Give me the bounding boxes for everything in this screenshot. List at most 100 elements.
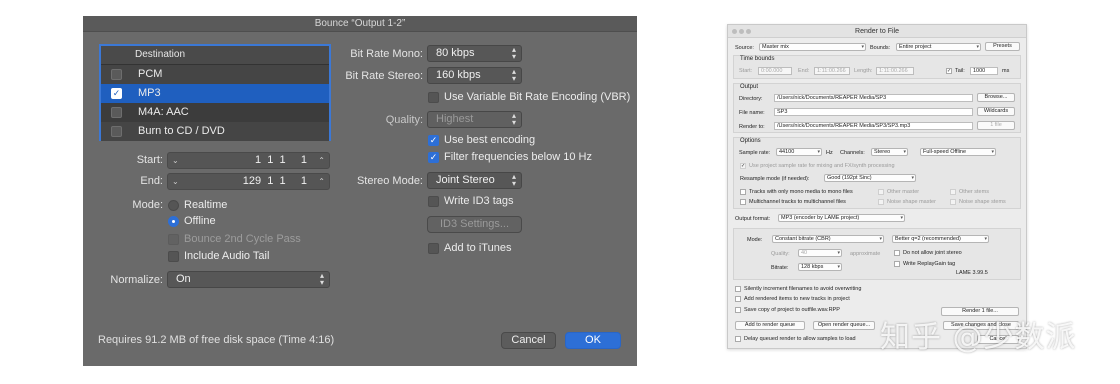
- filter-checkbox[interactable]: ✓: [428, 152, 439, 163]
- filename-field[interactable]: SP3: [774, 108, 973, 116]
- destination-item-mp3[interactable]: ✓ MP3: [101, 84, 329, 103]
- normalize-value: On: [176, 273, 191, 285]
- tail-field[interactable]: 1000: [970, 67, 998, 75]
- vbr-checkbox[interactable]: [428, 92, 439, 103]
- destination-label: MP3: [138, 87, 161, 99]
- other-master-checkbox[interactable]: [878, 189, 884, 195]
- bit-rate-mono-popup[interactable]: 80 kbps ▴ ▾: [427, 45, 522, 62]
- start-field[interactable]: 0:00.000: [758, 67, 792, 75]
- presets-button[interactable]: Presets: [985, 42, 1020, 51]
- browse-button[interactable]: Browse...: [977, 93, 1015, 102]
- cancel-button[interactable]: Cancel: [501, 332, 556, 349]
- destination-item-pcm[interactable]: PCM: [101, 65, 329, 84]
- end-label: End:: [798, 68, 810, 74]
- tail-checkbox[interactable]: ✓: [946, 68, 952, 74]
- quality-num-popup[interactable]: 40 ▾: [798, 249, 842, 257]
- filter-label: Filter frequencies below 10 Hz: [444, 151, 592, 163]
- destination-list[interactable]: Destination PCM ✓ MP3 M4A: AAC Burn to C…: [99, 44, 331, 141]
- start-value: 1 1 1 1: [255, 154, 307, 166]
- end-label: End:: [140, 175, 163, 187]
- destination-item-m4a[interactable]: M4A: AAC: [101, 103, 329, 122]
- offline-radio[interactable]: [168, 216, 179, 227]
- pcm-checkbox[interactable]: [111, 69, 122, 80]
- add-itunes-checkbox[interactable]: [428, 243, 439, 254]
- burn-checkbox[interactable]: [111, 126, 122, 137]
- bounce-2nd-cycle-checkbox[interactable]: [168, 234, 179, 245]
- output-title: Output: [740, 84, 759, 90]
- realtime-radio[interactable]: [168, 200, 179, 211]
- no-joint-stereo-checkbox[interactable]: [894, 250, 900, 256]
- bit-rate-mono-label: Bit Rate Mono:: [350, 48, 423, 60]
- chevron-down-icon: ▾: [817, 149, 820, 155]
- mp3-quality-value: Better q=2 (recommended): [895, 236, 961, 242]
- m4a-checkbox[interactable]: [111, 107, 122, 118]
- bounds-value: Entire project: [899, 44, 932, 50]
- wildcards-button[interactable]: Wildcards: [977, 107, 1015, 116]
- end-value: 129 1 1 1: [242, 175, 307, 187]
- save-copy-checkbox[interactable]: [735, 307, 741, 313]
- mp3-checkbox[interactable]: ✓: [111, 88, 122, 99]
- quality-popup[interactable]: Highest ▴ ▾: [427, 111, 522, 128]
- samplerate-label: Sample rate:: [739, 150, 771, 156]
- best-encoding-checkbox[interactable]: ✓: [428, 135, 439, 146]
- replaygain-checkbox[interactable]: [894, 261, 900, 267]
- window-controls[interactable]: [732, 29, 753, 36]
- chevron-down-icon: ⌄: [172, 177, 179, 186]
- replaygain-label: Write ReplayGain tag: [903, 261, 956, 267]
- normalize-popup[interactable]: On ▴ ▾: [167, 271, 330, 288]
- chevron-down-icon: ▾: [984, 236, 987, 242]
- renderto-label: Render to:: [739, 124, 765, 130]
- speed-popup[interactable]: Full-speed Offline ▾: [920, 148, 996, 156]
- add-rendered-checkbox[interactable]: [735, 296, 741, 302]
- mp3-mode-popup[interactable]: Constant bitrate (CBR) ▾: [772, 235, 884, 243]
- delay-queued-checkbox[interactable]: [735, 336, 741, 342]
- mono-tracks-checkbox[interactable]: [740, 189, 746, 195]
- destination-header: Destination: [101, 46, 329, 65]
- output-format-value: MP3 (encoder by LAME project): [781, 215, 860, 221]
- chevron-down-icon: ▾: [900, 215, 903, 221]
- tail-label: Tail:: [955, 68, 965, 74]
- noise-stems-checkbox[interactable]: [950, 199, 956, 205]
- disk-space-info: Requires 91.2 MB of free disk space (Tim…: [98, 334, 335, 346]
- multichannel-label: Multichannel tracks to multichannel file…: [749, 199, 846, 205]
- other-stems-checkbox[interactable]: [950, 189, 956, 195]
- destination-item-burn[interactable]: Burn to CD / DVD: [101, 122, 329, 141]
- source-popup[interactable]: Master mix ▾: [759, 43, 866, 51]
- updown-arrows-icon: ▴ ▾: [319, 271, 324, 287]
- minimize-icon[interactable]: [739, 29, 744, 34]
- noise-master-checkbox[interactable]: [878, 199, 884, 205]
- directory-label: Directory:: [739, 96, 763, 102]
- render-dialog: Render to File Source: Master mix ▾ Bound…: [727, 24, 1027, 349]
- add-to-queue-button[interactable]: Add to render queue: [735, 321, 805, 330]
- bounds-popup[interactable]: Entire project ▾: [896, 43, 981, 51]
- hz-label: Hz: [826, 150, 833, 156]
- output-format-popup[interactable]: MP3 (encoder by LAME project) ▾: [778, 214, 905, 222]
- file-count-button[interactable]: 1 file: [977, 121, 1015, 130]
- resample-popup[interactable]: Good (192pt Sinc) ▾: [824, 174, 916, 182]
- end-field[interactable]: 1:11:00.266: [814, 67, 850, 75]
- renderto-field: /Users/nick/Documents/REAPER Media/SP3/S…: [774, 122, 973, 130]
- end-field[interactable]: ⌄ 129 1 1 1 ⌃: [167, 173, 330, 190]
- id3-settings-button[interactable]: ID3 Settings...: [427, 216, 522, 233]
- bounce-dialog: Bounce “Output 1-2” Destination PCM ✓ MP…: [83, 16, 637, 366]
- ok-button[interactable]: OK: [565, 332, 621, 349]
- resample-label: Resample mode (if needed):: [740, 176, 810, 182]
- id3-tags-checkbox[interactable]: [428, 196, 439, 207]
- silently-increment-checkbox[interactable]: [735, 286, 741, 292]
- mp3-quality-popup[interactable]: Better q=2 (recommended) ▾: [892, 235, 989, 243]
- include-audio-tail-checkbox[interactable]: [168, 251, 179, 262]
- start-field[interactable]: ⌄ 1 1 1 1 ⌃: [167, 152, 330, 169]
- channels-popup[interactable]: Stereo ▾: [871, 148, 908, 156]
- stereo-mode-popup[interactable]: Joint Stereo ▴ ▾: [427, 172, 522, 189]
- close-icon[interactable]: [732, 29, 737, 34]
- zoom-icon[interactable]: [746, 29, 751, 34]
- length-field[interactable]: 1:11:00.266: [876, 67, 914, 75]
- use-project-rate-checkbox[interactable]: ✓: [740, 163, 746, 169]
- directory-field[interactable]: /Users/nick/Documents/REAPER Media/SP3: [774, 94, 973, 102]
- bitrate-popup[interactable]: 128 kbps ▾: [798, 263, 842, 271]
- multichannel-checkbox[interactable]: [740, 199, 746, 205]
- bit-rate-stereo-popup[interactable]: 160 kbps ▴ ▾: [427, 67, 522, 84]
- open-queue-button[interactable]: Open render queue...: [813, 321, 875, 330]
- samplerate-popup[interactable]: 44100 ▾: [776, 148, 822, 156]
- updown-arrows-icon: ▴ ▾: [511, 67, 516, 83]
